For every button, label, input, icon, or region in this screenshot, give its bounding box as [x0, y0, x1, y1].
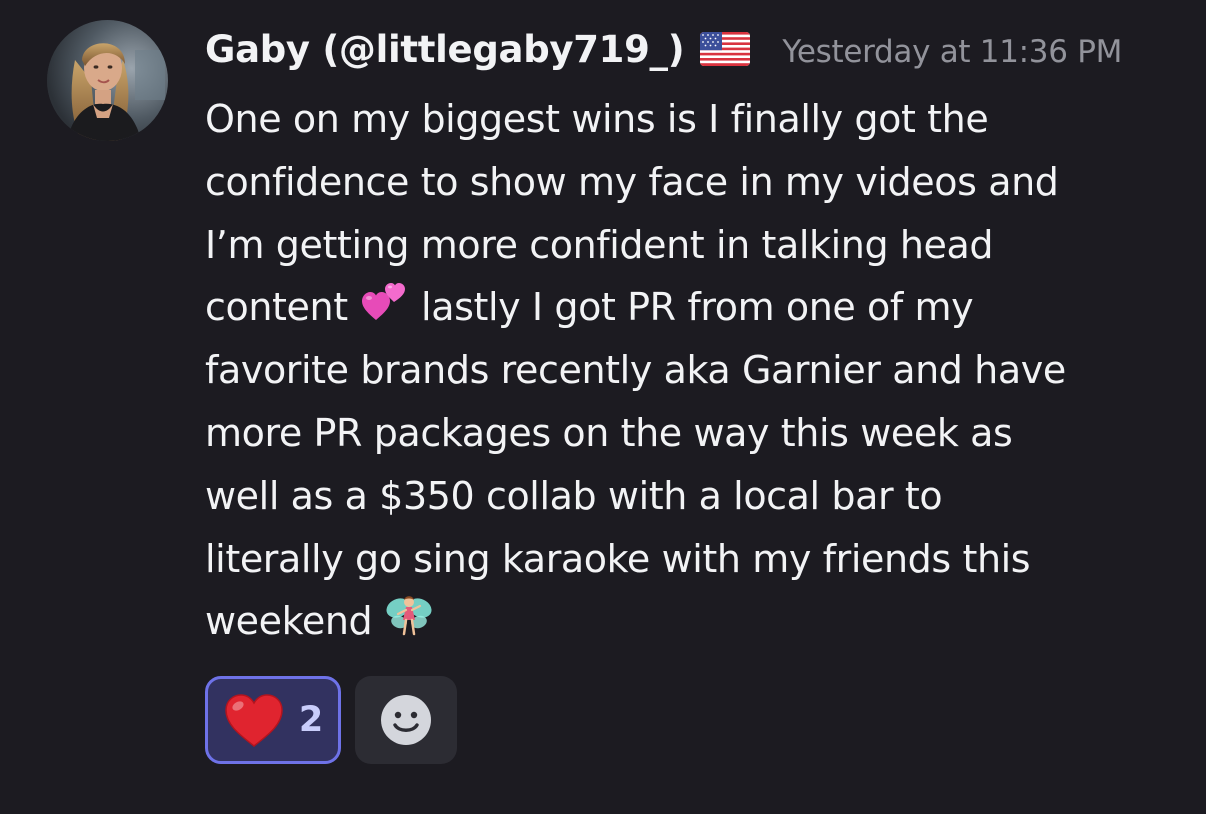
- message-text: confidence to show my face in my videos …: [205, 159, 1059, 204]
- message-text: well as a $350 collab with a local bar t…: [205, 473, 943, 518]
- message-line: One on my biggest wins is I finally got …: [205, 88, 1195, 151]
- chat-message: Gaby (@littlegaby719_) Yesterday at 11:3…: [0, 0, 1206, 814]
- message-line: literally go sing karaoke with my friend…: [205, 528, 1195, 591]
- message-text: I’m getting more confident in talking he…: [205, 222, 994, 267]
- add-reaction-button[interactable]: [355, 676, 457, 764]
- message-line: weekend: [205, 590, 1195, 653]
- message-line: confidence to show my face in my videos …: [205, 151, 1195, 214]
- message-body: One on my biggest wins is I finally got …: [205, 88, 1195, 653]
- message-line: content lastly I got PR from one of my: [205, 276, 1195, 339]
- message-line: well as a $350 collab with a local bar t…: [205, 465, 1195, 528]
- message-text: favorite brands recently aka Garnier and…: [205, 348, 1066, 393]
- add-reaction-smiley-icon: [381, 695, 431, 745]
- message-line: I’m getting more confident in talking he…: [205, 214, 1195, 277]
- message-header: Gaby (@littlegaby719_) Yesterday at 11:3…: [205, 28, 1195, 88]
- reaction-count: 2: [298, 700, 324, 740]
- two-hearts-emoji: [359, 276, 409, 326]
- message-timestamp[interactable]: Yesterday at 11:36 PM: [782, 34, 1122, 70]
- user-avatar[interactable]: [47, 20, 168, 141]
- red-heart-emoji: [223, 692, 285, 748]
- message-content: Gaby (@littlegaby719_) Yesterday at 11:3…: [205, 28, 1195, 653]
- fairy-emoji: [384, 590, 434, 640]
- us-flag-icon: [700, 32, 751, 66]
- message-line: more PR packages on the way this week as: [205, 402, 1195, 465]
- message-text: weekend: [205, 599, 384, 644]
- author-name[interactable]: Gaby (@littlegaby719_): [205, 28, 685, 71]
- message-text: One on my biggest wins is I finally got …: [205, 97, 989, 141]
- message-text: content: [205, 285, 360, 330]
- message-text: literally go sing karaoke with my friend…: [205, 536, 1031, 581]
- message-text: more PR packages on the way this week as: [205, 410, 1013, 455]
- heart-reaction-button[interactable]: 2: [205, 676, 341, 764]
- reactions-bar: 2: [205, 676, 457, 764]
- message-line: favorite brands recently aka Garnier and…: [205, 339, 1195, 402]
- avatar-photo: [47, 20, 168, 141]
- message-text: lastly I got PR from one of my: [409, 285, 974, 330]
